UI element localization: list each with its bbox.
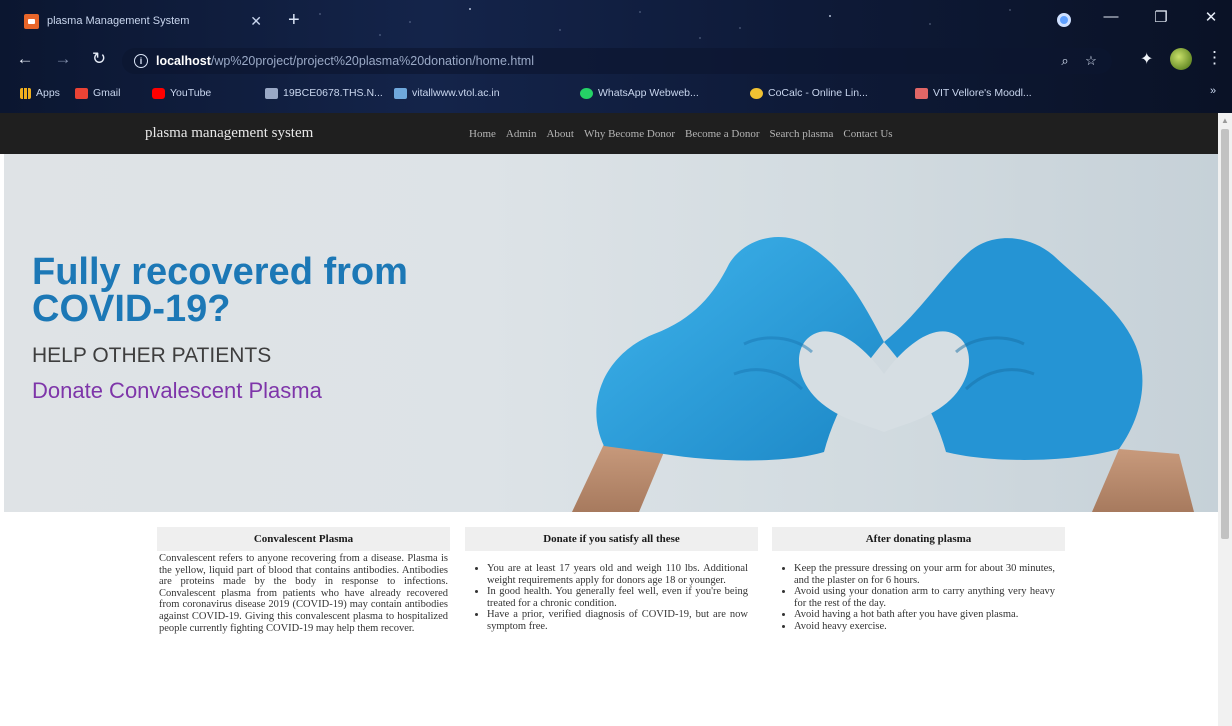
site-info-icon[interactable]: i xyxy=(134,54,148,68)
page-icon xyxy=(265,87,278,99)
nav-contact-us[interactable]: Contact Us xyxy=(843,128,892,140)
cocalc-icon xyxy=(750,87,763,99)
hero-cta-text: Donate Convalescent Plasma xyxy=(32,378,322,403)
scroll-up-arrow-icon[interactable]: ▲ xyxy=(1221,116,1229,125)
globe-icon xyxy=(394,87,407,99)
minimize-button[interactable]: — xyxy=(1100,8,1122,25)
nav-become-donor[interactable]: Become a Donor xyxy=(685,128,760,140)
bookmark-gmail[interactable]: Gmail xyxy=(75,84,120,102)
browser-toolbar: ← → ↻ i localhost/wp%20project/project%2… xyxy=(0,44,1232,78)
card-donor-eligibility: Donate if you satisfy all these You are … xyxy=(465,527,758,726)
card-title: Donate if you satisfy all these xyxy=(465,527,758,551)
site-navbar: plasma management system Home Admin Abou… xyxy=(0,113,1218,154)
card-title: Convalescent Plasma xyxy=(157,527,450,551)
bookmark-label: 19BCE0678.THS.N... xyxy=(283,87,383,99)
tab-title: plasma Management System xyxy=(47,15,190,27)
list-item: You are at least 17 years old and weigh … xyxy=(487,563,748,586)
bookmark-label: VIT Vellore's Moodl... xyxy=(933,87,1032,99)
close-window-button[interactable]: ✕ xyxy=(1200,8,1222,26)
list-item: Have a prior, verified diagnosis of COVI… xyxy=(487,609,748,632)
info-cards: Convalescent Plasma Convalescent refers … xyxy=(157,527,1067,726)
moodle-icon xyxy=(915,87,928,99)
list-item: Avoid having a hot bath after you have g… xyxy=(794,609,1055,621)
browser-menu-icon[interactable]: ⋮ xyxy=(1206,48,1223,68)
nav-admin[interactable]: Admin xyxy=(506,128,537,140)
card-convalescent-plasma: Convalescent Plasma Convalescent refers … xyxy=(157,527,450,726)
list-item: Avoid heavy exercise. xyxy=(794,621,1055,633)
bookmarks-overflow-button[interactable]: » xyxy=(1210,85,1216,97)
tab-close-icon[interactable]: ✕ xyxy=(250,13,262,30)
bookmark-ths[interactable]: 19BCE0678.THS.N... xyxy=(265,84,383,102)
web-page: plasma management system Home Admin Abou… xyxy=(0,113,1218,726)
bookmarks-bar: Apps Gmail YouTube 19BCE0678.THS.N... vi… xyxy=(0,80,1232,106)
aftercare-list: Keep the pressure dressing on your arm f… xyxy=(772,551,1065,633)
bookmark-label: WhatsApp Webweb... xyxy=(598,87,699,99)
bookmark-label: vitallwww.vtol.ac.in xyxy=(412,87,500,99)
list-item: Keep the pressure dressing on your arm f… xyxy=(794,563,1055,586)
bookmark-label: YouTube xyxy=(170,87,212,99)
youtube-icon xyxy=(152,87,165,99)
bookmark-cocalc[interactable]: CoCalc - Online Lin... xyxy=(750,84,868,102)
site-favicon-icon xyxy=(24,13,39,29)
profile-indicator-icon[interactable] xyxy=(1057,13,1071,27)
url-host: localhost xyxy=(156,54,211,68)
whatsapp-icon xyxy=(580,87,593,99)
address-bar[interactable]: i localhost/wp%20project/project%20plasm… xyxy=(122,48,1112,74)
bookmark-star-icon[interactable]: ☆ xyxy=(1082,53,1100,69)
card-after-donating: After donating plasma Keep the pressure … xyxy=(772,527,1065,726)
nav-search-plasma[interactable]: Search plasma xyxy=(770,128,834,140)
zoom-icon[interactable]: ⌕ xyxy=(1056,53,1074,69)
bookmark-whatsapp[interactable]: WhatsApp Webweb... xyxy=(580,84,699,102)
bookmark-moodle[interactable]: VIT Vellore's Moodl... xyxy=(915,84,1032,102)
browser-chrome: plasma Management System ✕ + — ❐ ✕ ← → ↻… xyxy=(0,0,1232,113)
bookmark-label: Apps xyxy=(36,87,60,99)
back-arrow-icon[interactable]: ← xyxy=(14,49,36,69)
hero-banner: Fully recovered from COVID-19? HELP OTHE… xyxy=(4,154,1218,512)
avatar[interactable] xyxy=(1170,48,1192,70)
extensions-puzzle-icon[interactable]: ✦ xyxy=(1140,49,1153,69)
page-scrollbar[interactable]: ▲ xyxy=(1218,113,1232,726)
browser-tab[interactable]: plasma Management System ✕ xyxy=(12,6,274,36)
gmail-icon xyxy=(75,87,88,99)
bookmark-vtol[interactable]: vitallwww.vtol.ac.in xyxy=(394,84,500,102)
nav-about[interactable]: About xyxy=(546,128,574,140)
forward-arrow-icon[interactable]: → xyxy=(52,49,74,69)
url-path: /wp%20project/project%20plasma%20donatio… xyxy=(210,54,534,68)
hero-subtitle: HELP OTHER PATIENTS xyxy=(32,344,272,367)
list-item: Avoid using your donation arm to carry a… xyxy=(794,586,1055,609)
reload-icon[interactable]: ↻ xyxy=(88,49,110,69)
bookmark-apps[interactable]: Apps xyxy=(20,84,60,102)
eligibility-list: You are at least 17 years old and weigh … xyxy=(465,551,758,633)
bookmark-label: Gmail xyxy=(93,87,121,99)
nav-why-become-donor[interactable]: Why Become Donor xyxy=(584,128,675,140)
card-paragraph: Convalescent refers to anyone recovering… xyxy=(159,553,448,634)
bookmark-label: CoCalc - Online Lin... xyxy=(768,87,868,99)
heart-hands-gloves-image xyxy=(572,236,1194,512)
restore-button[interactable]: ❐ xyxy=(1150,8,1172,26)
nav-home[interactable]: Home xyxy=(469,128,496,140)
hero-title: Fully recovered from COVID-19? xyxy=(32,251,408,330)
nav-links: Home Admin About Why Become Donor Become… xyxy=(469,128,893,140)
bookmark-youtube[interactable]: YouTube xyxy=(152,84,211,102)
card-title: After donating plasma xyxy=(772,527,1065,551)
site-brand[interactable]: plasma management system xyxy=(145,125,313,142)
new-tab-button[interactable]: + xyxy=(288,8,300,32)
apps-grid-icon xyxy=(20,87,31,99)
list-item: In good health. You generally feel well,… xyxy=(487,586,748,609)
scrollbar-thumb[interactable] xyxy=(1221,129,1229,539)
